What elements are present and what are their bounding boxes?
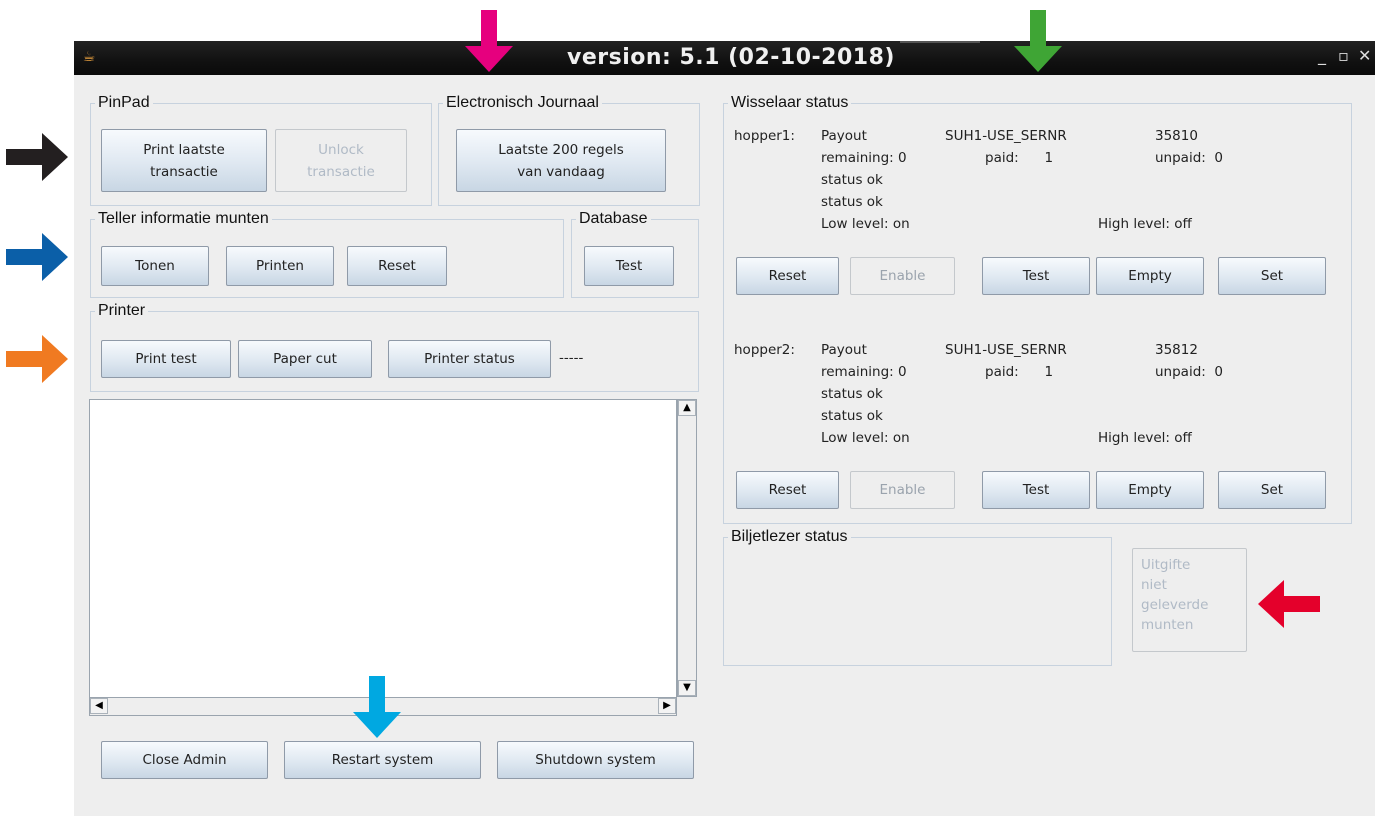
scroll-left-icon[interactable]: ◀ [90, 698, 108, 714]
hopper1-set-button[interactable]: Set [1218, 257, 1326, 295]
vertical-scrollbar[interactable]: ▲ ▼ [677, 399, 697, 697]
scroll-corner [677, 697, 697, 716]
restart-system-button[interactable]: Restart system [284, 741, 481, 779]
annotation-arrow-orange [6, 335, 68, 383]
annotation-arrow-red [1258, 580, 1320, 628]
teller-legend: Teller informatie munten [98, 210, 269, 227]
annotation-arrow-black [6, 133, 68, 181]
hopper2-paid: paid: 1 [985, 364, 1054, 380]
printer-status-value: ----- [559, 350, 584, 366]
tonen-button[interactable]: Tonen [101, 246, 209, 286]
hopper2-set-button[interactable]: Set [1218, 471, 1326, 509]
title-separator [900, 41, 980, 43]
scroll-down-icon[interactable]: ▼ [678, 680, 696, 696]
scroll-up-icon[interactable]: ▲ [678, 400, 696, 416]
unlock-transaction-button[interactable]: Unlock transactie [275, 129, 407, 192]
title-bar[interactable]: ☕ version: 5.1 (02-10-2018) _ ▫ ✕ [74, 41, 1375, 75]
close-icon[interactable]: ✕ [1358, 47, 1371, 65]
teller-reset-button[interactable]: Reset [347, 246, 447, 286]
database-legend: Database [579, 210, 648, 227]
hopper2-status1: status ok [821, 386, 883, 402]
biljetlezer-legend: Biljetlezer status [731, 528, 848, 545]
hopper1-name: hopper1: [734, 128, 795, 144]
minimize-icon[interactable]: _ [1318, 47, 1326, 65]
hopper2-payout: Payout [821, 342, 867, 358]
hopper1-payout: Payout [821, 128, 867, 144]
hopper2-low-level: Low level: on [821, 430, 910, 446]
printen-button[interactable]: Printen [226, 246, 334, 286]
hopper1-high-level: High level: off [1098, 216, 1192, 232]
hopper1-enable-button[interactable]: Enable [850, 257, 955, 295]
printer-status-button[interactable]: Printer status [388, 340, 551, 378]
last-200-lines-button[interactable]: Laatste 200 regels van vandaag [456, 129, 666, 192]
hopper1-low-level: Low level: on [821, 216, 910, 232]
hopper1-status2: status ok [821, 194, 883, 210]
hopper2-serial-label: SUH1-USE_SERNR [945, 342, 1067, 358]
close-admin-button[interactable]: Close Admin [101, 741, 268, 779]
shutdown-system-button[interactable]: Shutdown system [497, 741, 694, 779]
hopper2-unpaid: unpaid: 0 [1155, 364, 1223, 380]
journaal-legend: Electronisch Journaal [446, 94, 599, 111]
biljetlezer-group: Biljetlezer status [723, 528, 1112, 666]
uitgifte-niet-geleverde-munten-button[interactable]: Uitgifte niet geleverde munten [1132, 548, 1247, 652]
annotation-arrow-green [1014, 10, 1062, 72]
hopper1-empty-button[interactable]: Empty [1096, 257, 1204, 295]
hopper1-unpaid: unpaid: 0 [1155, 150, 1223, 166]
maximize-icon[interactable]: ▫ [1338, 47, 1349, 65]
hopper2-enable-button[interactable]: Enable [850, 471, 955, 509]
hopper1-paid: paid: 1 [985, 150, 1054, 166]
java-cup-icon: ☕ [82, 49, 96, 65]
hopper2-reset-button[interactable]: Reset [736, 471, 839, 509]
hopper1-serial-value: 35810 [1155, 128, 1198, 144]
print-last-transaction-button[interactable]: Print laatste transactie [101, 129, 267, 192]
hopper2-high-level: High level: off [1098, 430, 1192, 446]
hopper2-status2: status ok [821, 408, 883, 424]
window-title: version: 5.1 (02-10-2018) [567, 45, 895, 70]
pinpad-legend: PinPad [98, 94, 150, 111]
hopper1-serial-label: SUH1-USE_SERNR [945, 128, 1067, 144]
annotation-arrow-magenta [465, 10, 513, 72]
wisselaar-legend: Wisselaar status [731, 94, 849, 111]
hopper1-remaining: remaining: 0 [821, 150, 907, 166]
hopper2-remaining: remaining: 0 [821, 364, 907, 380]
annotation-arrow-cyan [353, 676, 401, 738]
hopper2-empty-button[interactable]: Empty [1096, 471, 1204, 509]
hopper2-serial-value: 35812 [1155, 342, 1198, 358]
printer-legend: Printer [98, 302, 146, 319]
scroll-right-icon[interactable]: ▶ [658, 698, 676, 714]
hopper2-name: hopper2: [734, 342, 795, 358]
log-textarea[interactable] [89, 399, 677, 699]
hopper1-test-button[interactable]: Test [982, 257, 1090, 295]
hopper1-status1: status ok [821, 172, 883, 188]
annotation-arrow-blue [6, 233, 68, 281]
database-test-button[interactable]: Test [584, 246, 674, 286]
paper-cut-button[interactable]: Paper cut [238, 340, 372, 378]
hopper2-test-button[interactable]: Test [982, 471, 1090, 509]
hopper1-reset-button[interactable]: Reset [736, 257, 839, 295]
print-test-button[interactable]: Print test [101, 340, 231, 378]
